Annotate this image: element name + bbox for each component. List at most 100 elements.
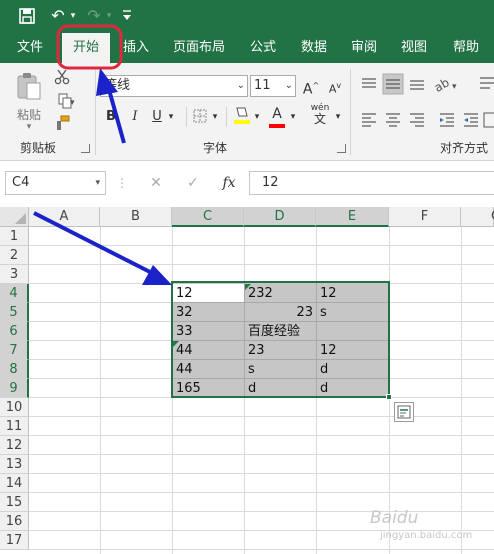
cut-button[interactable] (52, 69, 72, 89)
column-header-c[interactable]: C (172, 207, 244, 227)
row-header-11[interactable]: 11 (0, 417, 29, 436)
column-header-b[interactable]: B (100, 207, 172, 227)
undo-icon[interactable]: ↶ (48, 5, 68, 27)
bold-button[interactable]: B (104, 107, 118, 127)
formula-bar-grip[interactable]: ⋮ (116, 173, 128, 193)
tab-data[interactable]: 数据 (294, 33, 334, 63)
column-header-d[interactable]: D (244, 207, 316, 227)
font-size-dropdown-icon[interactable]: ⌄ (285, 76, 293, 96)
formula-input[interactable]: 12 (249, 171, 494, 195)
copy-button[interactable]: ▾ (52, 93, 78, 113)
column-header-g[interactable]: G (461, 207, 494, 227)
font-launcher-icon[interactable] (337, 144, 346, 153)
watermark-text: jingyan.baidu.com (380, 530, 473, 541)
font-name-dropdown-icon[interactable]: ⌄ (237, 76, 245, 96)
font-size-select[interactable]: 11 ⌄ (250, 75, 296, 97)
paste-icon (17, 73, 41, 100)
merge-center-icon[interactable] (483, 112, 494, 128)
row-header-2[interactable]: 2 (0, 246, 29, 265)
tab-help[interactable]: 帮助 (446, 33, 486, 63)
format-painter-icon (57, 115, 70, 130)
wrap-text-icon[interactable] (480, 77, 494, 89)
row-header-15[interactable]: 15 (0, 493, 29, 512)
tab-file[interactable]: 文件 (10, 33, 50, 63)
clipboard-launcher-icon[interactable] (81, 144, 90, 153)
scissors-icon (54, 69, 70, 85)
group-divider (350, 69, 351, 155)
row-header-12[interactable]: 12 (0, 436, 29, 455)
fill-color-dropdown-icon[interactable]: ▾ (252, 107, 262, 127)
customize-icon[interactable] (120, 5, 134, 27)
row-header-7[interactable]: 7 (0, 341, 29, 360)
row-header-4[interactable]: 4 (0, 284, 29, 303)
select-all-button[interactable] (0, 207, 29, 227)
phonetic-button[interactable]: wén 文 (305, 103, 335, 129)
tab-insert[interactable]: 插入 (115, 33, 157, 63)
increase-indent-icon[interactable] (464, 113, 478, 127)
quick-analysis-button[interactable] (394, 402, 414, 422)
gridline (29, 492, 494, 493)
decrease-indent-icon[interactable] (440, 113, 454, 127)
gridline (29, 245, 494, 246)
row-header-1[interactable]: 1 (0, 227, 29, 246)
row-header-9[interactable]: 9 (0, 379, 29, 398)
undo-dropdown-icon[interactable]: ▾ (68, 5, 78, 27)
align-left-icon[interactable] (362, 113, 376, 127)
column-header-a[interactable]: A (29, 207, 100, 227)
font-color-button[interactable]: A (268, 105, 286, 129)
font-name-select[interactable]: 等线 ⌄ (100, 75, 248, 97)
row-header-13[interactable]: 13 (0, 455, 29, 474)
tab-formulas[interactable]: 公式 (243, 33, 283, 63)
redo-dropdown-icon[interactable]: ▾ (104, 5, 114, 27)
name-box[interactable]: C4 ▾ (5, 171, 106, 195)
column-header-e[interactable]: E (316, 207, 389, 227)
column-header-f[interactable]: F (389, 207, 461, 227)
alignment-buttons[interactable]: ab ▾ (356, 73, 494, 135)
paste-button[interactable]: 粘贴 ▾ (12, 71, 46, 133)
formula-bar: C4 ▾ ⋮ ✕ ✓ fx 12 (0, 161, 494, 206)
cancel-icon[interactable]: ✕ (145, 173, 167, 193)
font-color-swatch (269, 124, 285, 128)
tab-home[interactable]: 开始 (62, 33, 110, 63)
tab-page-layout[interactable]: 页面布局 (168, 33, 230, 63)
font-color-dropdown-icon[interactable]: ▾ (288, 107, 298, 127)
redo-icon[interactable]: ↷ (84, 5, 104, 27)
borders-dropdown-icon[interactable]: ▾ (210, 107, 220, 127)
paste-label: 粘贴 (16, 108, 41, 122)
name-box-dropdown-icon[interactable]: ▾ (95, 172, 100, 194)
row-header-8[interactable]: 8 (0, 360, 29, 379)
save-icon[interactable] (16, 5, 38, 27)
font-size-value: 11 (254, 78, 271, 93)
underline-button[interactable]: U (150, 107, 164, 127)
row-header-16[interactable]: 16 (0, 512, 29, 531)
align-right-icon[interactable] (410, 113, 424, 127)
align-bottom-icon[interactable] (410, 80, 424, 90)
row-header-5[interactable]: 5 (0, 303, 29, 322)
svg-text:▾: ▾ (452, 82, 457, 92)
insert-function-button[interactable]: fx (218, 173, 240, 193)
grow-font-button[interactable]: A^ (302, 76, 320, 100)
phonetic-dropdown-icon[interactable]: ▾ (333, 107, 343, 127)
fill-color-button[interactable] (232, 105, 252, 129)
row-header-6[interactable]: 6 (0, 322, 29, 341)
format-painter-button[interactable] (52, 115, 72, 135)
borders-button[interactable] (192, 109, 208, 125)
row-header-10[interactable]: 10 (0, 398, 29, 417)
row-header-17[interactable]: 17 (0, 531, 29, 550)
row-header-3[interactable]: 3 (0, 265, 29, 284)
tab-review[interactable]: 审阅 (344, 33, 384, 63)
italic-button[interactable]: I (128, 107, 142, 127)
enter-icon[interactable]: ✓ (182, 173, 204, 193)
row-header-14[interactable]: 14 (0, 474, 29, 493)
copy-dropdown-icon[interactable]: ▾ (70, 93, 75, 113)
fill-handle[interactable] (386, 394, 392, 400)
underline-dropdown-icon[interactable]: ▾ (166, 107, 176, 127)
paste-dropdown-icon[interactable]: ▾ (12, 122, 46, 132)
group-divider (95, 69, 96, 155)
shrink-font-button[interactable]: Av (326, 76, 344, 100)
selection-border (171, 281, 390, 398)
orientation-icon[interactable]: ab ▾ (432, 75, 457, 95)
tab-view[interactable]: 视图 (394, 33, 434, 63)
align-center-icon[interactable] (386, 113, 400, 127)
align-top-icon[interactable] (362, 78, 376, 88)
